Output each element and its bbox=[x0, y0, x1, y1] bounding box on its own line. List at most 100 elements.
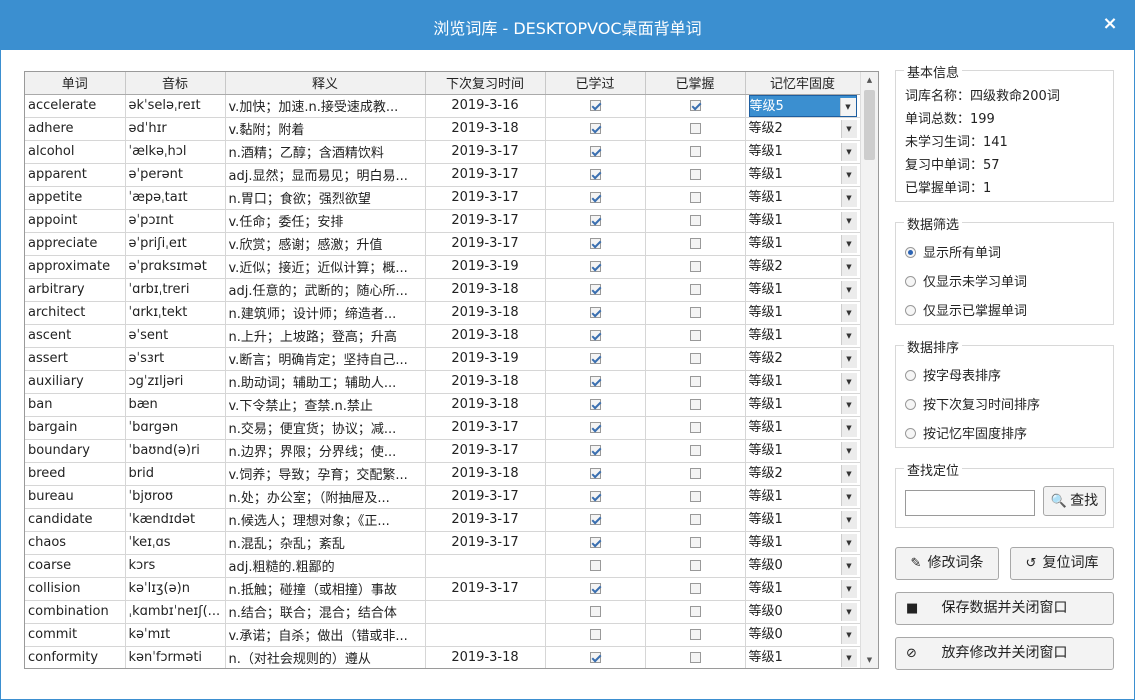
mastered-checkbox[interactable] bbox=[689, 284, 701, 295]
cell-word[interactable]: appreciate bbox=[25, 232, 126, 256]
cell-meaning[interactable]: n.酒精；乙醇；含酒精饮料 bbox=[225, 140, 426, 164]
cell-learned[interactable] bbox=[545, 439, 646, 463]
cell-level[interactable]: 等级1 ▼ bbox=[745, 577, 861, 601]
cell-phonetic[interactable]: ˈɑrkɪˌtekt bbox=[125, 301, 226, 325]
level-dropdown[interactable]: 等级1 ▼ bbox=[749, 371, 857, 393]
level-dropdown[interactable]: 等级1 ▼ bbox=[749, 417, 857, 439]
cell-mastered[interactable] bbox=[645, 186, 746, 210]
mastered-checkbox[interactable] bbox=[689, 376, 701, 387]
table-row[interactable]: adhere ədˈhɪr v.黏附；附着 2019-3-18 等级2 ▼ bbox=[25, 117, 861, 141]
chevron-down-icon[interactable]: ▼ bbox=[840, 556, 857, 575]
cell-word[interactable]: accelerate bbox=[25, 94, 126, 118]
cell-review-date[interactable]: 2019-3-17 bbox=[425, 140, 546, 164]
learned-checkbox[interactable] bbox=[589, 422, 601, 433]
mastered-checkbox[interactable] bbox=[689, 560, 701, 571]
col-header-learned[interactable]: 已学过 bbox=[545, 72, 646, 95]
cell-mastered[interactable] bbox=[645, 163, 746, 187]
radio-icon[interactable] bbox=[905, 276, 916, 287]
cell-level[interactable]: 等级2 ▼ bbox=[745, 347, 861, 371]
cell-meaning[interactable]: n.（对社会规则的）遵从 bbox=[225, 646, 426, 668]
cell-review-date[interactable]: 2019-3-17 bbox=[425, 508, 546, 532]
cell-mastered[interactable] bbox=[645, 393, 746, 417]
cell-level[interactable]: 等级2 ▼ bbox=[745, 255, 861, 279]
save-close-button[interactable]: ■ 保存数据并关闭窗口 bbox=[895, 592, 1114, 625]
cell-meaning[interactable]: v.加快；加速.n.接受速成教... bbox=[225, 94, 426, 118]
table-row[interactable]: arbitrary ˈɑrbɪˌtreri adj.任意的；武断的；随心所... 20… bbox=[25, 278, 861, 302]
cell-mastered[interactable] bbox=[645, 554, 746, 578]
table-row[interactable]: appreciate əˈpriʃiˌeɪt v.欣赏；感谢；感激；升值 2019-3… bbox=[25, 232, 861, 256]
cell-review-date[interactable]: 2019-3-17 bbox=[425, 531, 546, 555]
chevron-down-icon[interactable]: ▼ bbox=[840, 211, 857, 230]
cell-review-date[interactable]: 2019-3-16 bbox=[425, 94, 546, 118]
cell-mastered[interactable] bbox=[645, 416, 746, 440]
cell-word[interactable]: conformity bbox=[25, 646, 126, 668]
cell-learned[interactable] bbox=[545, 554, 646, 578]
level-dropdown[interactable]: 等级2 ▼ bbox=[749, 118, 857, 140]
mastered-checkbox[interactable] bbox=[689, 399, 701, 410]
learned-checkbox[interactable] bbox=[589, 652, 601, 663]
cell-phonetic[interactable]: bæn bbox=[125, 393, 226, 417]
cell-review-date[interactable]: 2019-3-17 bbox=[425, 209, 546, 233]
cell-meaning[interactable]: v.欣赏；感谢；感激；升值 bbox=[225, 232, 426, 256]
cell-review-date[interactable]: 2019-3-18 bbox=[425, 462, 546, 486]
chevron-down-icon[interactable]: ▼ bbox=[840, 165, 857, 184]
learned-checkbox[interactable] bbox=[589, 399, 601, 410]
cell-meaning[interactable]: n.边界；界限；分界线；使... bbox=[225, 439, 426, 463]
table-row[interactable]: alcohol ˈælkəˌhɔl n.酒精；乙醇；含酒精饮料 2019-3-17 等级… bbox=[25, 140, 861, 164]
table-row[interactable]: breed brid v.饲养；导致；孕育；交配繁... 2019-3-18 等级2 ▼ bbox=[25, 462, 861, 486]
learned-checkbox[interactable] bbox=[589, 376, 601, 387]
col-header-phonetic[interactable]: 音标 bbox=[125, 72, 226, 95]
cell-word[interactable]: candidate bbox=[25, 508, 126, 532]
scroll-thumb[interactable] bbox=[864, 90, 875, 160]
chevron-down-icon[interactable]: ▼ bbox=[840, 464, 857, 483]
cell-level[interactable]: 等级1 ▼ bbox=[745, 186, 861, 210]
level-dropdown[interactable]: 等级1 ▼ bbox=[749, 394, 857, 416]
learned-checkbox[interactable] bbox=[589, 215, 601, 226]
cell-meaning[interactable]: v.承诺；自杀；做出（错或非... bbox=[225, 623, 426, 647]
mastered-checkbox[interactable] bbox=[689, 353, 701, 364]
col-header-review-date[interactable]: 下次复习时间 bbox=[425, 72, 546, 95]
cell-review-date[interactable]: 2019-3-17 bbox=[425, 577, 546, 601]
chevron-down-icon[interactable]: ▼ bbox=[840, 625, 857, 644]
cell-phonetic[interactable]: əˈpriʃiˌeɪt bbox=[125, 232, 226, 256]
level-dropdown[interactable]: 等级2 ▼ bbox=[749, 463, 857, 485]
learned-checkbox[interactable] bbox=[589, 169, 601, 180]
mastered-checkbox[interactable] bbox=[689, 261, 701, 272]
chevron-down-icon[interactable]: ▼ bbox=[840, 303, 857, 322]
cell-learned[interactable] bbox=[545, 370, 646, 394]
level-dropdown[interactable]: 等级1 ▼ bbox=[749, 486, 857, 508]
cell-meaning[interactable]: n.胃口；食欲；强烈欲望 bbox=[225, 186, 426, 210]
cell-mastered[interactable] bbox=[645, 324, 746, 348]
cell-learned[interactable] bbox=[545, 94, 646, 118]
table-row[interactable]: accelerate əkˈseləˌreɪt v.加快；加速.n.接受速成教...… bbox=[25, 94, 861, 118]
reset-library-button[interactable]: ↺ 复位词库 bbox=[1010, 547, 1114, 580]
chevron-down-icon[interactable]: ▼ bbox=[840, 510, 857, 529]
chevron-down-icon[interactable]: ▼ bbox=[840, 349, 857, 368]
cell-mastered[interactable] bbox=[645, 232, 746, 256]
sort-option-level[interactable]: 按记忆牢固度排序 bbox=[905, 423, 1027, 442]
cell-meaning[interactable]: v.近似；接近；近似计算；概... bbox=[225, 255, 426, 279]
cell-mastered[interactable] bbox=[645, 646, 746, 668]
search-input[interactable] bbox=[905, 490, 1035, 516]
level-dropdown[interactable]: 等级1 ▼ bbox=[749, 210, 857, 232]
cell-word[interactable]: architect bbox=[25, 301, 126, 325]
cell-review-date[interactable]: 2019-3-18 bbox=[425, 301, 546, 325]
cell-word[interactable]: bargain bbox=[25, 416, 126, 440]
cell-review-date[interactable]: 2019-3-18 bbox=[425, 393, 546, 417]
mastered-checkbox[interactable] bbox=[689, 215, 701, 226]
cell-meaning[interactable]: n.候选人；理想对象；《正... bbox=[225, 508, 426, 532]
learned-checkbox[interactable] bbox=[589, 514, 601, 525]
level-dropdown[interactable]: 等级1 ▼ bbox=[749, 532, 857, 554]
cell-mastered[interactable] bbox=[645, 508, 746, 532]
cell-review-date[interactable]: 2019-3-17 bbox=[425, 416, 546, 440]
col-header-meaning[interactable]: 释义 bbox=[225, 72, 426, 95]
cell-meaning[interactable]: adj.任意的；武断的；随心所... bbox=[225, 278, 426, 302]
level-dropdown[interactable]: 等级1 ▼ bbox=[749, 141, 857, 163]
learned-checkbox[interactable] bbox=[589, 629, 601, 640]
cell-review-date[interactable]: 2019-3-18 bbox=[425, 324, 546, 348]
cell-phonetic[interactable]: brid bbox=[125, 462, 226, 486]
mastered-checkbox[interactable] bbox=[689, 100, 701, 111]
cell-phonetic[interactable]: kəˈmɪt bbox=[125, 623, 226, 647]
cell-level[interactable]: 等级1 ▼ bbox=[745, 646, 861, 668]
cell-level[interactable]: 等级1 ▼ bbox=[745, 508, 861, 532]
